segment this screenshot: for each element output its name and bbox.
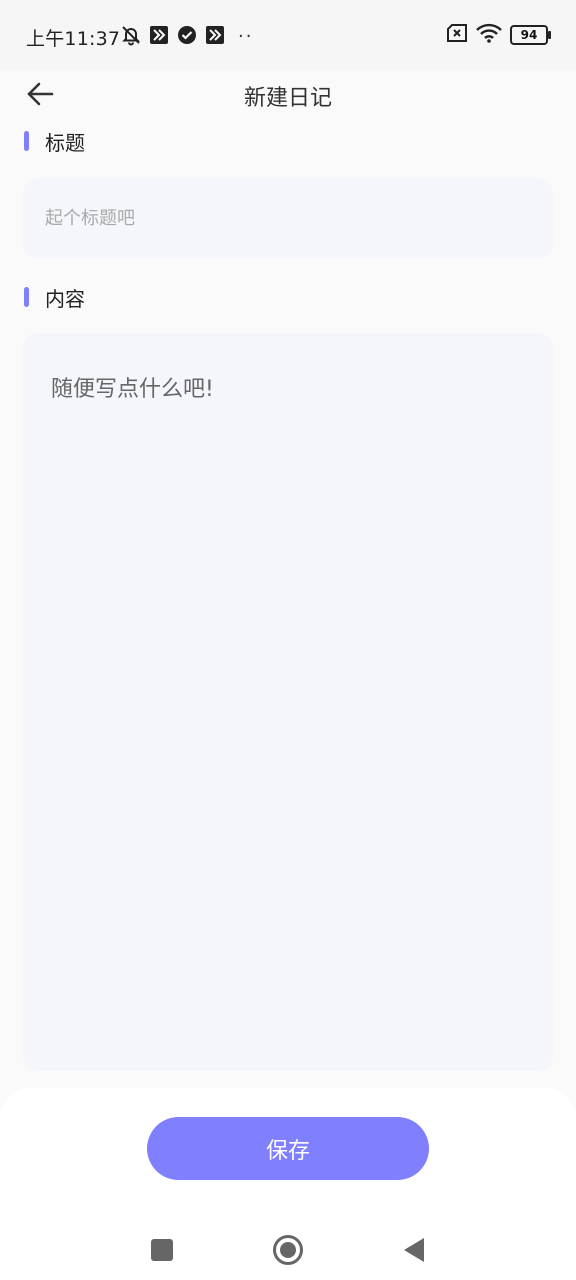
app-badge-icon bbox=[204, 24, 226, 46]
nav-back-icon bbox=[404, 1238, 424, 1262]
content-label: 内容 bbox=[45, 286, 85, 311]
status-system-icons: 94 bbox=[446, 23, 551, 47]
status-bar: 上午11:37 ·· 94 bbox=[0, 0, 576, 70]
accent-bar bbox=[24, 131, 29, 151]
more-notifications-indicator: ·· bbox=[238, 26, 254, 47]
sim-off-icon bbox=[446, 24, 468, 46]
system-navigation-bar bbox=[0, 1210, 576, 1280]
bell-off-icon bbox=[120, 24, 142, 46]
header: 新建日记 bbox=[0, 70, 576, 120]
app-badge-icon bbox=[148, 24, 170, 46]
nav-back-button[interactable] bbox=[394, 1230, 434, 1270]
status-notification-icons bbox=[120, 24, 226, 46]
title-section-label: 标题 bbox=[24, 127, 85, 155]
title-input[interactable] bbox=[23, 178, 553, 258]
new-diary-screen: 上午11:37 ·· 94 新建日记 标题 起个标题吧 内容 随便写点什么吧! … bbox=[0, 0, 576, 1280]
home-button[interactable] bbox=[268, 1230, 308, 1270]
accent-bar bbox=[24, 287, 29, 307]
status-time: 上午11:37 bbox=[26, 28, 121, 50]
content-section-label: 内容 bbox=[24, 283, 85, 311]
page-title: 新建日记 bbox=[243, 86, 332, 111]
check-circle-icon bbox=[176, 24, 198, 46]
battery-icon: 94 bbox=[510, 25, 551, 45]
save-button[interactable]: 保存 bbox=[147, 1117, 429, 1180]
wifi-icon bbox=[476, 23, 502, 47]
title-label: 标题 bbox=[45, 130, 85, 155]
recent-apps-button[interactable] bbox=[142, 1230, 182, 1270]
content-input[interactable] bbox=[23, 333, 553, 1071]
home-icon bbox=[273, 1235, 303, 1265]
recent-apps-icon bbox=[151, 1239, 173, 1261]
